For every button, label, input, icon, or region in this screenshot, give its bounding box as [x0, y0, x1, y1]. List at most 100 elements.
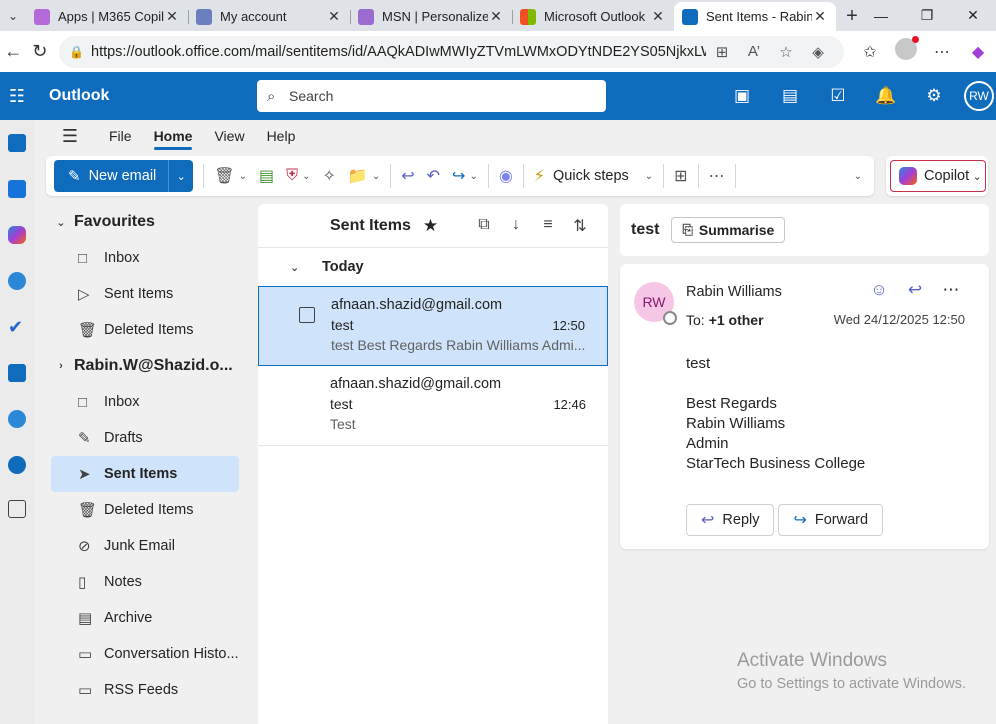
more-icon[interactable]: ⋯	[924, 42, 960, 62]
folder-item-deleted-items[interactable]: 🗑 Deleted Items	[42, 312, 252, 348]
report-button[interactable]: ⛨ ⌄	[280, 160, 316, 192]
close-tab-icon[interactable]: ✕	[650, 8, 666, 25]
back-icon[interactable]: ←	[0, 35, 27, 69]
more-actions-icon[interactable]: ⋯	[933, 280, 969, 300]
chevron-right-icon[interactable]: ›	[48, 360, 74, 372]
chevron-down-icon[interactable]: ⌄	[469, 171, 477, 182]
copilot-browser-icon[interactable]: ◆	[960, 42, 996, 62]
browser-tab[interactable]: Microsoft Outlook ✕	[512, 2, 674, 31]
close-tab-icon[interactable]: ✕	[812, 8, 828, 25]
hamburger-menu-icon[interactable]: ☰	[42, 126, 98, 147]
reply-icon[interactable]: ↩	[897, 280, 933, 300]
user-avatar[interactable]: RW	[964, 81, 994, 111]
folder-item-conversation-history[interactable]: ▭ Conversation Histo...	[42, 636, 252, 672]
browser-tab[interactable]: Apps | M365 Copilot ✕	[26, 2, 188, 31]
message-item[interactable]: afnaan.shazid@gmail.com test 12:46 Test	[258, 366, 608, 446]
close-window-icon[interactable]: ✕	[950, 0, 996, 31]
todo-app-icon[interactable]: ✔	[8, 318, 26, 336]
folder-item-rss-feeds[interactable]: ▭ RSS Feeds	[42, 672, 252, 708]
quick-steps-button[interactable]: ⚡ Quick steps	[528, 166, 635, 186]
new-email-button[interactable]: ✎ New email	[54, 160, 170, 192]
chevron-down-icon[interactable]: ⌄	[302, 171, 310, 182]
folder-item-sent-items-selected[interactable]: ➤ Sent Items	[51, 456, 239, 492]
recipients-more-link[interactable]: +1 other	[709, 312, 764, 328]
lock-icon[interactable]: 🔒	[69, 45, 91, 59]
mail-app-icon[interactable]	[8, 134, 26, 152]
refresh-icon[interactable]: ↻	[27, 35, 54, 69]
chevron-down-icon[interactable]: ⌄	[969, 170, 985, 183]
emoji-reaction-icon[interactable]: ☺	[861, 280, 897, 300]
my-day-icon[interactable]: ☑	[814, 86, 862, 106]
browser-tab[interactable]: My account ✕	[188, 2, 350, 31]
sort-icon[interactable]: ⇅	[564, 216, 596, 236]
folder-item-drafts[interactable]: ✎ Drafts	[42, 420, 252, 456]
org-explorer-icon[interactable]	[8, 410, 26, 428]
close-tab-icon[interactable]: ✕	[164, 8, 180, 25]
search-box[interactable]: ⌕ Search	[257, 80, 606, 112]
calendar-app-icon[interactable]	[8, 180, 26, 198]
reply-all-button[interactable]: ↶	[421, 160, 446, 192]
people-app-icon[interactable]	[8, 272, 26, 290]
onedrive-icon[interactable]	[8, 456, 26, 474]
jump-to-icon[interactable]: ↓	[500, 216, 532, 236]
address-bar[interactable]: 🔒 https://outlook.office.com/mail/sentit…	[59, 35, 844, 68]
app-name[interactable]: Outlook	[49, 87, 257, 105]
notifications-bell-icon[interactable]: 🔔	[862, 86, 910, 106]
browser-tab[interactable]: MSN | Personalized ✕	[350, 2, 512, 31]
account-header[interactable]: › Rabin.W@Shazid.o...	[42, 348, 252, 384]
teams-share-button[interactable]: ◉	[493, 160, 519, 192]
chevron-down-icon[interactable]: ⌄	[48, 216, 74, 229]
apps-button[interactable]: ⊞	[668, 160, 693, 192]
folder-item-junk-email[interactable]: ⊘ Junk Email	[42, 528, 252, 564]
copilot-button[interactable]: Copilot ⌄	[890, 160, 987, 192]
search-placeholder[interactable]: Search	[289, 88, 333, 104]
folder-item-archive[interactable]: ▤ Archive	[42, 600, 252, 636]
chevron-down-icon[interactable]: ⌄	[290, 261, 322, 274]
folder-item-notes[interactable]: ▯ Notes	[42, 564, 252, 600]
new-email-dropdown-icon[interactable]: ⌄	[169, 160, 193, 192]
app-available-icon[interactable]: ⊞	[706, 43, 738, 61]
restore-icon[interactable]: ❐	[904, 0, 950, 31]
reply-button[interactable]: ↩	[395, 160, 420, 192]
favorites-icon[interactable]: ✩	[852, 42, 888, 62]
expand-ribbon-icon[interactable]: ⌄	[844, 160, 868, 192]
delete-button[interactable]: 🗑 ⌄	[208, 160, 253, 192]
forward-button[interactable]: ↪ ⌄	[446, 160, 484, 192]
app-launcher-icon[interactable]: ☷	[0, 72, 34, 120]
tab-help[interactable]: Help	[256, 120, 307, 152]
close-tab-icon[interactable]: ✕	[488, 8, 504, 25]
files-app-icon[interactable]	[8, 364, 26, 382]
url-text[interactable]: https://outlook.office.com/mail/sentitem…	[91, 44, 706, 60]
sender-avatar[interactable]: RW	[634, 282, 677, 325]
chevron-down-icon[interactable]: ⌄	[239, 171, 247, 182]
summarise-button[interactable]: ⎘ Summarise	[671, 217, 786, 243]
favorite-star-icon[interactable]: ☆	[770, 43, 802, 61]
favorite-star-icon[interactable]: ★	[423, 216, 438, 236]
message-item-selected[interactable]: afnaan.shazid@gmail.com test 12:50 test …	[258, 286, 608, 366]
close-tab-icon[interactable]: ✕	[326, 8, 342, 25]
reply-button[interactable]: ↩ Reply	[686, 504, 775, 536]
filter-icon[interactable]: ≡	[532, 216, 564, 236]
settings-gear-icon[interactable]: ⚙	[910, 86, 958, 106]
tab-file[interactable]: File	[98, 120, 143, 152]
group-header-today[interactable]: ⌄ Today	[258, 248, 608, 286]
more-commands-button[interactable]: ⋯	[703, 160, 731, 192]
favourites-header[interactable]: ⌄ Favourites	[42, 204, 252, 240]
folder-item-inbox[interactable]: □ Inbox	[42, 240, 252, 276]
sweep-button[interactable]: ✧	[317, 160, 342, 192]
meet-now-icon[interactable]: ▣	[718, 86, 766, 106]
tracking-prevention-icon[interactable]: ◈	[802, 43, 834, 61]
profile-avatar[interactable]	[888, 36, 924, 65]
chevron-down-icon[interactable]: ⌄	[372, 171, 380, 182]
quick-steps-dropdown[interactable]: ⌄	[635, 160, 659, 192]
message-checkbox[interactable]	[299, 307, 315, 323]
outlook-app-icon[interactable]: ▤	[766, 86, 814, 106]
move-to-button[interactable]: 📁 ⌄	[342, 160, 386, 192]
select-mode-icon[interactable]: ⧉	[468, 216, 500, 236]
account-menu[interactable]: RW	[958, 81, 996, 111]
tab-home[interactable]: Home	[143, 120, 204, 152]
more-apps-icon[interactable]	[8, 500, 26, 518]
folder-item-inbox[interactable]: □ Inbox	[42, 384, 252, 420]
browser-tab-active[interactable]: Sent Items - Rabin ✕	[674, 2, 836, 31]
sender-name[interactable]: Rabin Williams	[686, 284, 782, 300]
